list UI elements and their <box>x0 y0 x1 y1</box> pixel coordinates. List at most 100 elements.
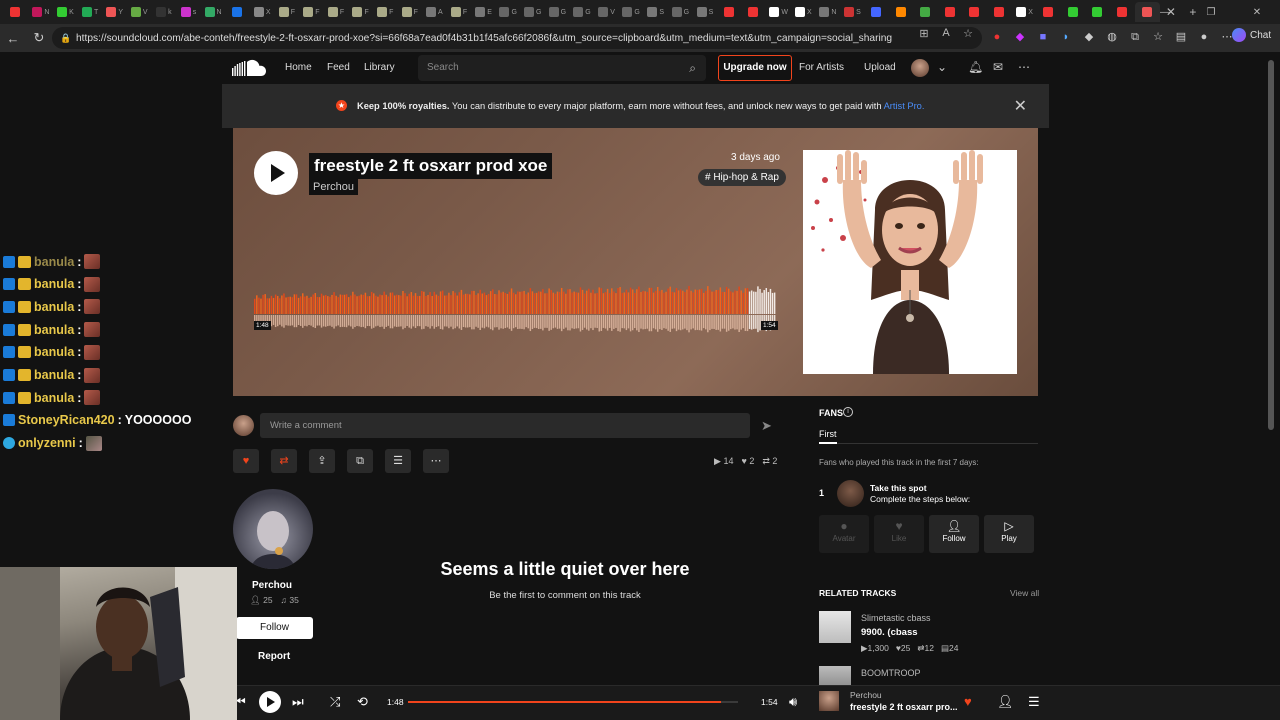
browser-tab[interactable]: V <box>594 2 619 22</box>
browser-tab[interactable]: W <box>766 2 791 22</box>
browser-tab[interactable] <box>963 2 988 22</box>
read-aloud-icon[interactable]: A <box>937 27 955 40</box>
waveform[interactable] <box>254 276 776 348</box>
chevron-down-icon[interactable]: ⌄ <box>937 60 947 74</box>
extension-1-icon[interactable]: ● <box>988 28 1006 46</box>
add-to-playlist-button[interactable]: ☰ <box>385 449 411 473</box>
browser-tab[interactable] <box>988 2 1013 22</box>
close-window-icon[interactable]: ✕ <box>1234 7 1280 18</box>
more-actions-button[interactable]: ⋯ <box>423 449 449 473</box>
track-artist-link[interactable]: Perchou <box>309 179 358 195</box>
browser-tab[interactable] <box>939 2 964 22</box>
related-track-user[interactable]: BOOMTROOP <box>861 668 921 678</box>
comment-input[interactable]: Write a comment <box>260 413 750 438</box>
user-avatar[interactable] <box>911 59 929 77</box>
browser-tab[interactable]: X <box>250 2 275 22</box>
browser-tab[interactable]: G <box>496 2 521 22</box>
browser-tab[interactable]: G <box>520 2 545 22</box>
browser-tab[interactable]: E <box>471 2 496 22</box>
extension-3-icon[interactable]: ■ <box>1034 28 1052 46</box>
reload-icon[interactable]: ↻ <box>26 30 52 46</box>
collections-icon[interactable]: ▤ <box>1172 28 1190 46</box>
share-button[interactable]: ⇪ <box>309 449 335 473</box>
nav-home[interactable]: Home <box>285 62 312 73</box>
extension-4-icon[interactable]: ◗ <box>1057 28 1075 46</box>
maximize-icon[interactable]: ❐ <box>1188 7 1234 18</box>
favorites-icon[interactable]: ☆ <box>1149 28 1167 46</box>
repeat-icon[interactable]: ⟲ <box>357 694 368 710</box>
nav-for-artists[interactable]: For Artists <box>799 62 844 73</box>
browser-tab[interactable] <box>889 2 914 22</box>
browser-tab[interactable]: X <box>1012 2 1037 22</box>
like-button[interactable]: ♥ <box>233 449 259 473</box>
extension-6-icon[interactable]: ◍ <box>1103 28 1121 46</box>
related-track-user[interactable]: Slimetastic cbass <box>861 613 931 623</box>
browser-tab[interactable]: G <box>570 2 595 22</box>
browser-tab[interactable] <box>225 2 250 22</box>
queue-icon[interactable]: ☰ <box>1028 694 1040 710</box>
browser-tab[interactable] <box>742 2 767 22</box>
address-bar[interactable]: 🔒 https://soundcloud.com/abe-conteh/free… <box>52 27 982 49</box>
minimize-icon[interactable]: — <box>1142 7 1188 18</box>
browser-tab[interactable] <box>914 2 939 22</box>
report-link[interactable]: Report <box>258 651 290 662</box>
browser-tab[interactable]: F <box>373 2 398 22</box>
favorite-star-icon[interactable]: ☆ <box>959 27 977 40</box>
browser-tab[interactable] <box>1037 2 1062 22</box>
volume-icon[interactable]: 🔊︎ <box>789 694 797 710</box>
artist-avatar[interactable] <box>233 489 313 569</box>
browser-tab[interactable] <box>4 2 29 22</box>
browser-tab[interactable] <box>717 2 742 22</box>
tab-first[interactable]: First <box>819 429 837 439</box>
browser-tab[interactable]: K <box>53 2 78 22</box>
nav-feed[interactable]: Feed <box>327 62 350 73</box>
browser-tab[interactable] <box>1111 2 1136 22</box>
app-grid-icon[interactable]: ⊞ <box>915 27 933 40</box>
player-artist[interactable]: Perchou <box>850 690 882 700</box>
browser-tab[interactable]: A <box>422 2 447 22</box>
extension-5-icon[interactable]: ◆ <box>1080 28 1098 46</box>
page-scrollbar[interactable] <box>1268 60 1274 430</box>
browser-tab[interactable]: S <box>840 2 865 22</box>
browser-tab[interactable]: G <box>545 2 570 22</box>
notifications-bell-icon[interactable]: 🔔︎ <box>968 60 983 74</box>
browser-tab[interactable]: G <box>619 2 644 22</box>
browser-tab[interactable]: N <box>29 2 54 22</box>
player-artwork[interactable] <box>819 691 839 711</box>
genre-tag[interactable]: # Hip-hop & Rap <box>698 169 786 186</box>
related-track-title[interactable]: 9900. (cbass <box>861 627 918 638</box>
artist-name[interactable]: Perchou <box>252 580 292 591</box>
copilot-chat-button[interactable]: Chat <box>1232 28 1271 42</box>
messages-icon[interactable]: ✉ <box>993 60 1003 74</box>
step-follow[interactable]: 👤︎ Follow <box>929 515 979 553</box>
repost-button[interactable]: ⇄ <box>271 449 297 473</box>
back-icon[interactable]: ← <box>0 31 26 46</box>
extensions-puzzle-icon[interactable]: ⧉ <box>1126 28 1144 46</box>
player-title[interactable]: freestyle 2 ft osxarr pro... <box>850 702 958 712</box>
browser-tab[interactable]: S <box>643 2 668 22</box>
browser-tab[interactable]: X <box>791 2 816 22</box>
copy-link-button[interactable]: ⧉ <box>347 449 373 473</box>
browser-tab[interactable]: N <box>816 2 841 22</box>
more-menu-icon[interactable]: ⋯ <box>1018 60 1030 74</box>
related-track-artwork[interactable] <box>819 611 851 643</box>
browser-tab[interactable]: S <box>693 2 718 22</box>
search-icon[interactable]: ⌕ <box>689 55 696 81</box>
nav-upload[interactable]: Upload <box>864 62 896 73</box>
play-track-button[interactable] <box>254 151 298 195</box>
shuffle-icon[interactable]: ⤮ <box>330 694 340 710</box>
browser-tab[interactable]: k <box>152 2 177 22</box>
browser-tab[interactable]: F <box>299 2 324 22</box>
view-all-link[interactable]: View all <box>1010 588 1039 598</box>
browser-tab[interactable]: N <box>201 2 226 22</box>
send-comment-icon[interactable]: ➤ <box>761 418 772 434</box>
browser-tab[interactable]: F <box>275 2 300 22</box>
close-banner-icon[interactable]: ✕ <box>1014 96 1027 116</box>
browser-tab[interactable]: F <box>348 2 373 22</box>
nav-library[interactable]: Library <box>364 62 395 73</box>
upgrade-now-button[interactable]: Upgrade now <box>718 55 792 81</box>
step-play[interactable]: ▷ Play <box>984 515 1034 553</box>
search-input[interactable]: Search ⌕ <box>418 55 706 81</box>
info-icon[interactable]: i <box>843 407 853 417</box>
next-track-icon[interactable]: ⏭ <box>292 694 304 710</box>
